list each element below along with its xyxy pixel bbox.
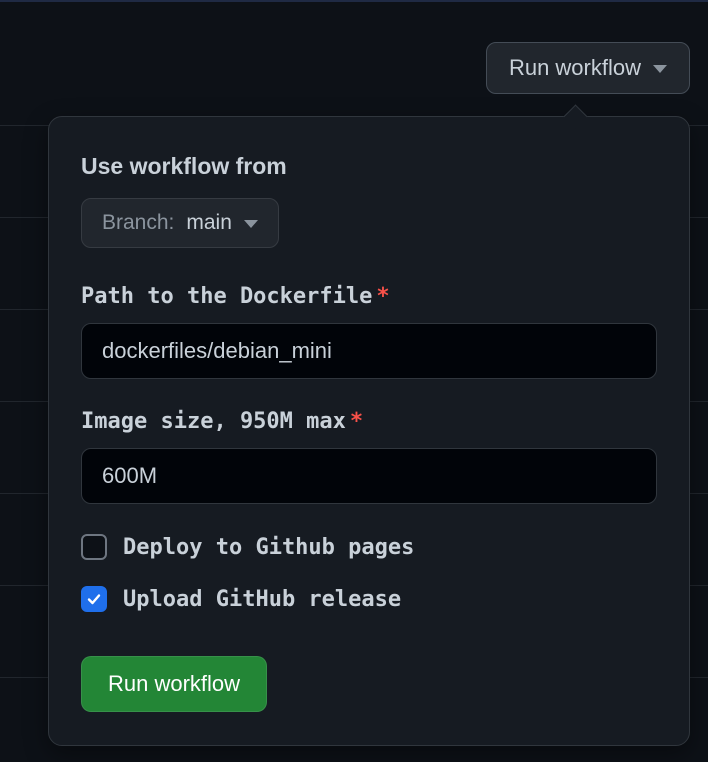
checkmark-icon — [86, 591, 102, 607]
branch-name: main — [186, 211, 232, 235]
deploy-pages-label[interactable]: Deploy to Github pages — [123, 535, 414, 560]
upload-release-label[interactable]: Upload GitHub release — [123, 587, 401, 612]
deploy-pages-row: Deploy to Github pages — [81, 534, 657, 560]
caret-down-icon — [653, 65, 667, 73]
run-workflow-trigger-button[interactable]: Run workflow — [486, 42, 690, 94]
image-size-input[interactable] — [81, 448, 657, 504]
required-asterisk: * — [350, 409, 363, 434]
branch-prefix: Branch: — [102, 211, 174, 235]
run-workflow-popover: Use workflow from Branch: main Path to t… — [48, 116, 690, 746]
upload-release-row: Upload GitHub release — [81, 586, 657, 612]
image-size-label: Image size, 950M max* — [81, 409, 657, 434]
deploy-pages-checkbox[interactable] — [81, 534, 107, 560]
branch-select-button[interactable]: Branch: main — [81, 198, 279, 248]
page-header: Run workflow — [0, 0, 708, 126]
run-workflow-submit-label: Run workflow — [108, 671, 240, 696]
run-workflow-submit-button[interactable]: Run workflow — [81, 656, 267, 712]
caret-down-icon — [244, 220, 258, 228]
use-workflow-from-label: Use workflow from — [81, 153, 657, 180]
dockerfile-path-label: Path to the Dockerfile* — [81, 284, 657, 309]
required-asterisk: * — [376, 284, 389, 309]
upload-release-checkbox[interactable] — [81, 586, 107, 612]
run-workflow-trigger-label: Run workflow — [509, 55, 641, 81]
dockerfile-path-input[interactable] — [81, 323, 657, 379]
